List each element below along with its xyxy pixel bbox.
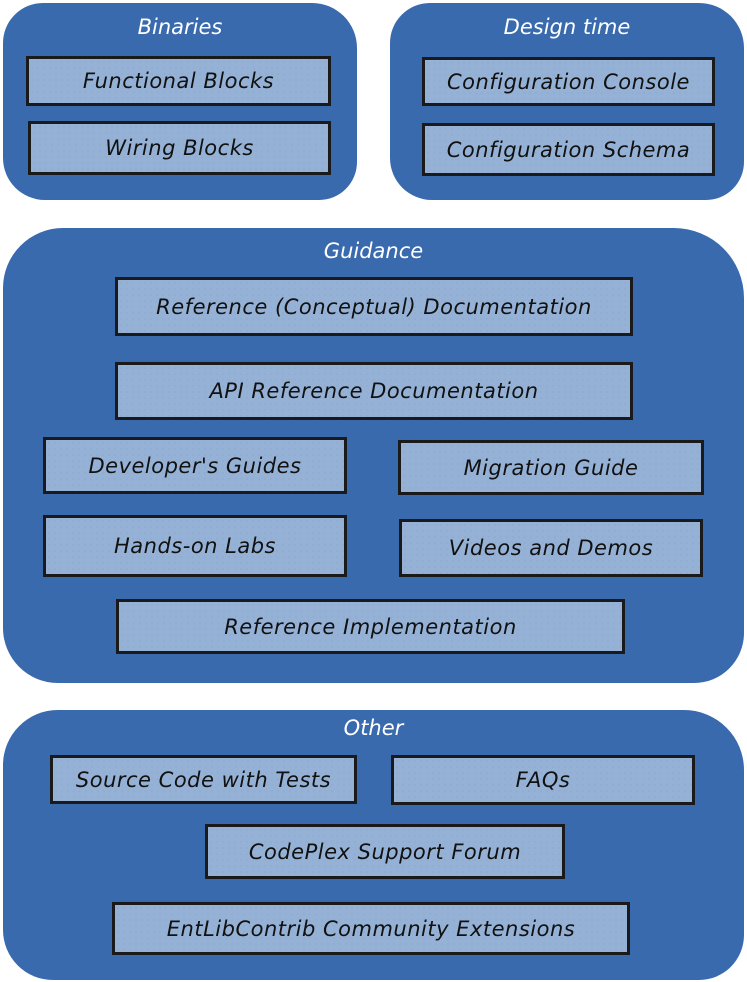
box-videos-and-demos: Videos and Demos (399, 519, 703, 577)
box-reference-implementation: Reference Implementation (116, 599, 625, 654)
box-configuration-schema: Configuration Schema (422, 123, 715, 176)
box-entlibcontrib-community-extensions: EntLibContrib Community Extensions (112, 902, 630, 955)
box-migration-guide: Migration Guide (398, 440, 704, 495)
box-wiring-blocks: Wiring Blocks (28, 121, 331, 175)
box-faqs: FAQs (391, 755, 695, 805)
group-title: Guidance (323, 239, 424, 263)
box-configuration-console: Configuration Console (422, 57, 715, 106)
group-title: Binaries (137, 15, 223, 39)
box-hands-on-labs: Hands-on Labs (43, 515, 347, 577)
box-api-reference-documentation: API Reference Documentation (115, 362, 633, 420)
box-reference-conceptual-documentation: Reference (Conceptual) Documentation (115, 277, 633, 336)
group-title: Design time (503, 15, 631, 39)
box-codeplex-support-forum: CodePlex Support Forum (205, 824, 565, 879)
group-title: Other (343, 716, 404, 740)
box-functional-blocks: Functional Blocks (26, 56, 331, 106)
box-developers-guides: Developer's Guides (43, 437, 347, 494)
box-source-code-with-tests: Source Code with Tests (50, 755, 357, 804)
